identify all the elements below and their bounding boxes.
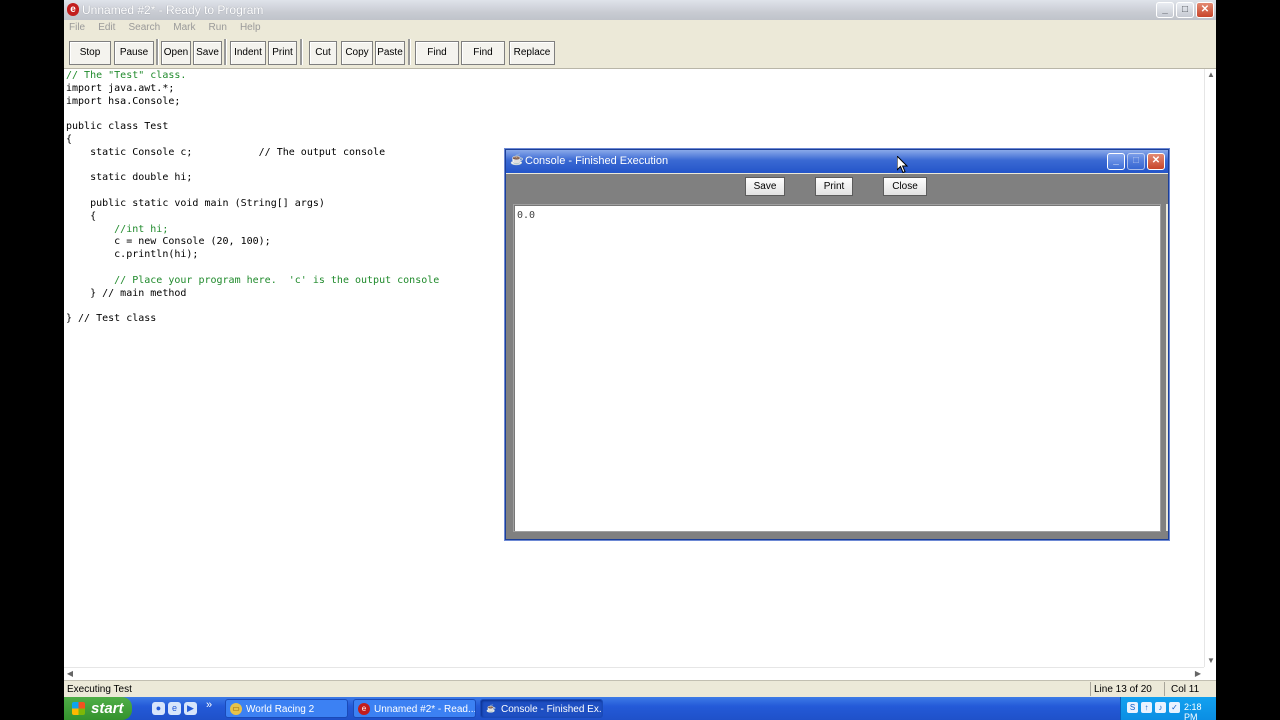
status-divider (1164, 682, 1165, 696)
console-output-text: 0.0 (517, 210, 536, 221)
code-line: import hsa.Console; (66, 95, 181, 107)
scroll-up-icon[interactable]: ▲ (1205, 69, 1216, 81)
find-next-button[interactable]: Find Next (461, 41, 505, 80)
scroll-down-icon[interactable]: ▼ (1205, 655, 1216, 667)
windows-logo-icon (72, 702, 85, 715)
ready-icon: e (358, 703, 370, 715)
java-cup-icon: ☕ (510, 154, 524, 166)
copy-button[interactable]: Copy (341, 41, 373, 65)
toolbar-separator (156, 39, 159, 65)
toolbar-separator (408, 39, 411, 65)
scroll-right-icon[interactable]: ▶ (1192, 668, 1204, 680)
find-button[interactable]: Find (415, 41, 459, 65)
status-divider (1090, 682, 1091, 696)
console-title: Console - Finished Execution (525, 155, 669, 167)
menu-edit[interactable]: Edit (93, 20, 120, 33)
start-label: start (91, 700, 124, 717)
java-icon: ☕ (486, 704, 496, 713)
console-button-row: Save Print Close (506, 174, 1168, 204)
console-save-button[interactable]: Save (745, 177, 785, 196)
menu-file[interactable]: File (64, 20, 90, 33)
code-line: c.println(hi); (66, 249, 199, 261)
quicklaunch-chrome-icon[interactable]: ● (152, 702, 165, 715)
console-frame (506, 204, 513, 532)
status-line: Line 13 of 20 (1094, 684, 1152, 695)
system-tray: S ↑ ♪ ✓ 2:18 PM (1120, 697, 1216, 720)
open-button[interactable]: Open (161, 41, 191, 65)
task-console[interactable]: ☕ Console - Finished Ex... (480, 699, 603, 718)
console-print-button[interactable]: Print (815, 177, 853, 196)
clock: 2:18 PM (1184, 702, 1202, 720)
print-button[interactable]: Print (268, 41, 297, 65)
menu-help[interactable]: Help (235, 20, 266, 33)
console-close-text-button[interactable]: Close (883, 177, 927, 196)
code-line: import java.awt.*; (66, 82, 175, 94)
indent-button[interactable]: Indent (230, 41, 266, 65)
toolbar: Stop Pause Open Save Indent Print Cut Co… (64, 36, 1216, 80)
code-line: static Console c; // The output console (66, 146, 386, 158)
task-world-racing[interactable]: ▭ World Racing 2 (225, 699, 348, 718)
code-line: public class Test (66, 121, 169, 133)
console-dialog: ☕ Console - Finished Execution _ □ ✕ Sav… (505, 149, 1169, 540)
code-text[interactable]: // The "Test" class. import java.awt.*; … (66, 70, 439, 326)
code-line: // The "Test" class. (66, 70, 187, 81)
minimize-button[interactable]: _ (1156, 2, 1174, 18)
console-close-button[interactable]: ✕ (1147, 153, 1165, 170)
console-output-area[interactable]: 0.0 (513, 204, 1161, 532)
console-maximize-button[interactable]: □ (1127, 153, 1145, 170)
console-titlebar[interactable]: ☕ Console - Finished Execution _ □ ✕ (506, 150, 1168, 173)
start-button[interactable]: start (64, 697, 132, 720)
close-button[interactable]: ✕ (1196, 2, 1214, 18)
horizontal-scrollbar[interactable]: ◀ ▶ (64, 667, 1204, 680)
code-line: { (66, 133, 73, 145)
tray-volume-icon[interactable]: ♪ (1155, 702, 1166, 713)
replace-button[interactable]: Replace (509, 41, 555, 65)
task-label: World Racing 2 (246, 704, 315, 715)
code-line: // Place your program here. 'c' is the o… (66, 274, 440, 286)
code-line: { (66, 210, 97, 222)
vertical-scrollbar[interactable]: ▲ ▼ (1204, 69, 1216, 667)
menu-run[interactable]: Run (204, 20, 232, 33)
window-titlebar[interactable]: e Unnamed #2* - Ready to Program _ □ ✕ (64, 0, 1216, 20)
status-col: Col 11 (1171, 684, 1200, 695)
window-title: Unnamed #2* - Ready to Program (82, 3, 264, 17)
tray-security-icon[interactable]: ✓ (1169, 702, 1180, 713)
console-frame (506, 531, 1168, 539)
task-label: Unnamed #2* - Read... (374, 704, 476, 715)
taskbar: start ● e ▶ » ▭ World Racing 2 e Unnamed… (64, 697, 1216, 720)
paste-button[interactable]: Paste (375, 41, 405, 65)
status-bar: Executing Test Line 13 of 20 Col 11 (64, 680, 1216, 697)
tray-network-icon[interactable]: S (1127, 702, 1138, 713)
code-line: //int hi; (66, 223, 169, 235)
status-message: Executing Test (67, 684, 132, 695)
save-button[interactable]: Save (193, 41, 222, 65)
cut-button[interactable]: Cut (309, 41, 337, 65)
code-line: } // main method (66, 287, 187, 299)
quicklaunch-ie-icon[interactable]: e (168, 702, 181, 715)
quicklaunch-overflow[interactable]: » (206, 699, 212, 711)
folder-icon: ▭ (230, 703, 242, 715)
task-ready-to-program[interactable]: e Unnamed #2* - Read... (353, 699, 476, 718)
toolbar-separator (224, 39, 227, 65)
menu-mark[interactable]: Mark (168, 20, 200, 33)
code-line: static double hi; (66, 172, 193, 184)
code-line: public static void main (String[] args) (66, 197, 325, 209)
code-line: c = new Console (20, 100); (66, 236, 271, 248)
task-label: Console - Finished Ex... (501, 704, 603, 715)
toolbar-separator (300, 39, 303, 65)
tray-safely-remove-icon[interactable]: ↑ (1141, 702, 1152, 713)
quicklaunch-media-icon[interactable]: ▶ (184, 702, 197, 715)
menu-bar: File Edit Search Mark Run Help (64, 20, 1216, 36)
app-icon: e (67, 3, 79, 16)
desktop-screen: e Unnamed #2* - Ready to Program _ □ ✕ F… (64, 0, 1216, 720)
maximize-button[interactable]: □ (1176, 2, 1194, 18)
menu-search[interactable]: Search (123, 20, 165, 33)
pause-button[interactable]: Pause (114, 41, 154, 65)
scroll-left-icon[interactable]: ◀ (64, 668, 76, 680)
stop-button[interactable]: Stop (69, 41, 111, 65)
code-line: } // Test class (66, 313, 157, 325)
console-minimize-button[interactable]: _ (1107, 153, 1125, 170)
